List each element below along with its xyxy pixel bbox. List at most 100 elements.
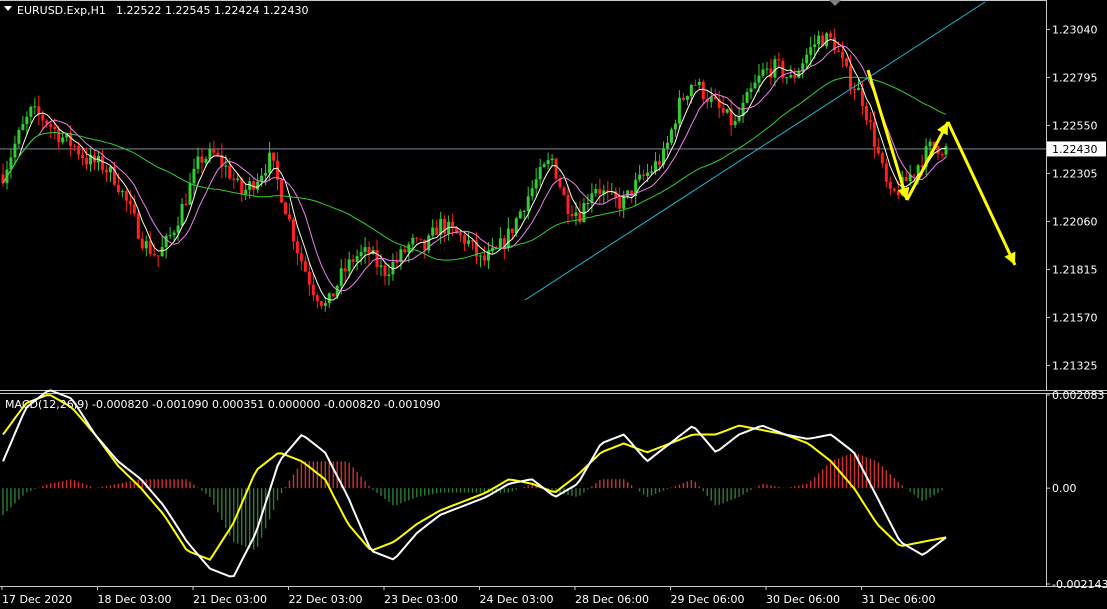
candle-body bbox=[928, 141, 932, 147]
candle-body bbox=[514, 218, 518, 234]
candle-body bbox=[264, 172, 268, 176]
candle-body bbox=[367, 247, 371, 255]
candle-body bbox=[236, 178, 240, 180]
candle-body bbox=[17, 129, 21, 144]
candle-body bbox=[845, 58, 849, 67]
candle-body bbox=[498, 238, 502, 248]
candle-body bbox=[658, 161, 662, 165]
candle-body bbox=[630, 190, 634, 197]
candle-body bbox=[538, 166, 542, 180]
time-tick-label: 31 Dec 06:00 bbox=[862, 593, 936, 606]
candle-body bbox=[228, 165, 232, 179]
candle-body bbox=[753, 82, 757, 89]
candle-body bbox=[351, 259, 355, 262]
candle-body bbox=[574, 212, 578, 217]
candle-body bbox=[144, 241, 148, 249]
candle-body bbox=[841, 51, 845, 59]
candle-body bbox=[646, 172, 650, 177]
candle-body bbox=[880, 153, 884, 164]
candle-body bbox=[669, 129, 673, 143]
candle bbox=[136, 210, 140, 240]
candle-body bbox=[244, 189, 248, 195]
candle-body bbox=[685, 96, 689, 100]
candle-body bbox=[29, 106, 33, 117]
candle-body bbox=[104, 169, 108, 173]
candle-body bbox=[689, 84, 693, 97]
candle-body bbox=[506, 228, 510, 249]
candle bbox=[331, 293, 335, 297]
price-tick-label: 1.21815 bbox=[1052, 263, 1098, 276]
candle-body bbox=[347, 259, 351, 272]
candle-body bbox=[526, 196, 530, 211]
candle-body bbox=[534, 179, 538, 189]
candle-body bbox=[387, 274, 391, 276]
candle-body bbox=[598, 189, 602, 195]
candle-body bbox=[793, 75, 797, 78]
candle-body bbox=[864, 105, 868, 121]
macd-tick-label: -0.002143 bbox=[1052, 578, 1107, 591]
candle-body bbox=[940, 153, 944, 155]
candle-body bbox=[355, 256, 359, 262]
candle-body bbox=[339, 268, 343, 286]
candle-body bbox=[642, 174, 646, 177]
candle-body bbox=[156, 255, 160, 257]
candle-body bbox=[510, 228, 514, 234]
candle-body bbox=[180, 203, 184, 226]
candle-body bbox=[132, 204, 136, 214]
candle-body bbox=[467, 240, 471, 244]
candle-body bbox=[359, 252, 363, 257]
candle-body bbox=[379, 265, 383, 267]
candle-body bbox=[311, 284, 315, 296]
time-tick-label: 30 Dec 06:00 bbox=[766, 593, 840, 606]
candle-body bbox=[268, 152, 272, 173]
candle-body bbox=[303, 261, 307, 272]
candle bbox=[280, 178, 284, 204]
candle-body bbox=[41, 114, 45, 121]
candle-body bbox=[650, 171, 654, 173]
candle-body bbox=[53, 126, 57, 130]
candle-body bbox=[912, 174, 916, 176]
price-tick-label: 1.23040 bbox=[1052, 23, 1098, 36]
candle-body bbox=[81, 154, 85, 159]
candle-body bbox=[566, 195, 570, 215]
candle-body bbox=[13, 143, 17, 158]
candle-body bbox=[665, 142, 669, 149]
candle-body bbox=[411, 238, 415, 245]
candle-body bbox=[550, 158, 554, 161]
candle-body bbox=[33, 106, 37, 108]
candle-body bbox=[817, 35, 821, 45]
candle-body bbox=[884, 163, 888, 182]
candle-body bbox=[463, 235, 467, 244]
candle-body bbox=[892, 188, 896, 191]
candle-body bbox=[415, 238, 419, 240]
macd-tick-label: 0.00 bbox=[1052, 482, 1077, 495]
candle-body bbox=[208, 149, 212, 159]
candle-body bbox=[765, 68, 769, 70]
candle-body bbox=[837, 50, 841, 52]
macd-tick-label: 0.002083 bbox=[1052, 389, 1105, 402]
candle-body bbox=[725, 109, 729, 113]
candle-body bbox=[904, 176, 908, 182]
candle-body bbox=[852, 88, 856, 91]
time-tick-label: 22 Dec 03:00 bbox=[289, 593, 363, 606]
candle-body bbox=[578, 212, 582, 223]
price-tick-label: 1.22060 bbox=[1052, 215, 1098, 228]
candle bbox=[284, 201, 288, 215]
candle-body bbox=[825, 33, 829, 47]
time-tick-label: 17 Dec 2020 bbox=[2, 593, 72, 606]
candle-body bbox=[192, 168, 196, 184]
candle-body bbox=[681, 97, 685, 100]
candle-body bbox=[701, 81, 705, 99]
trading-chart[interactable]: EURUSD.Exp,H1 1.22522 1.22545 1.22424 1.… bbox=[0, 0, 1107, 609]
candle-body bbox=[331, 293, 335, 297]
time-tick-label: 28 Dec 06:00 bbox=[575, 593, 649, 606]
candle-body bbox=[212, 149, 216, 153]
candle-body bbox=[280, 179, 284, 203]
candle-body bbox=[813, 44, 817, 48]
time-tick-label: 23 Dec 03:00 bbox=[384, 593, 458, 606]
candle bbox=[427, 233, 431, 253]
candle-body bbox=[435, 227, 439, 235]
candle-body bbox=[124, 191, 128, 201]
candle-body bbox=[773, 59, 777, 78]
symbol-label: EURUSD.Exp,H1 bbox=[17, 4, 106, 17]
